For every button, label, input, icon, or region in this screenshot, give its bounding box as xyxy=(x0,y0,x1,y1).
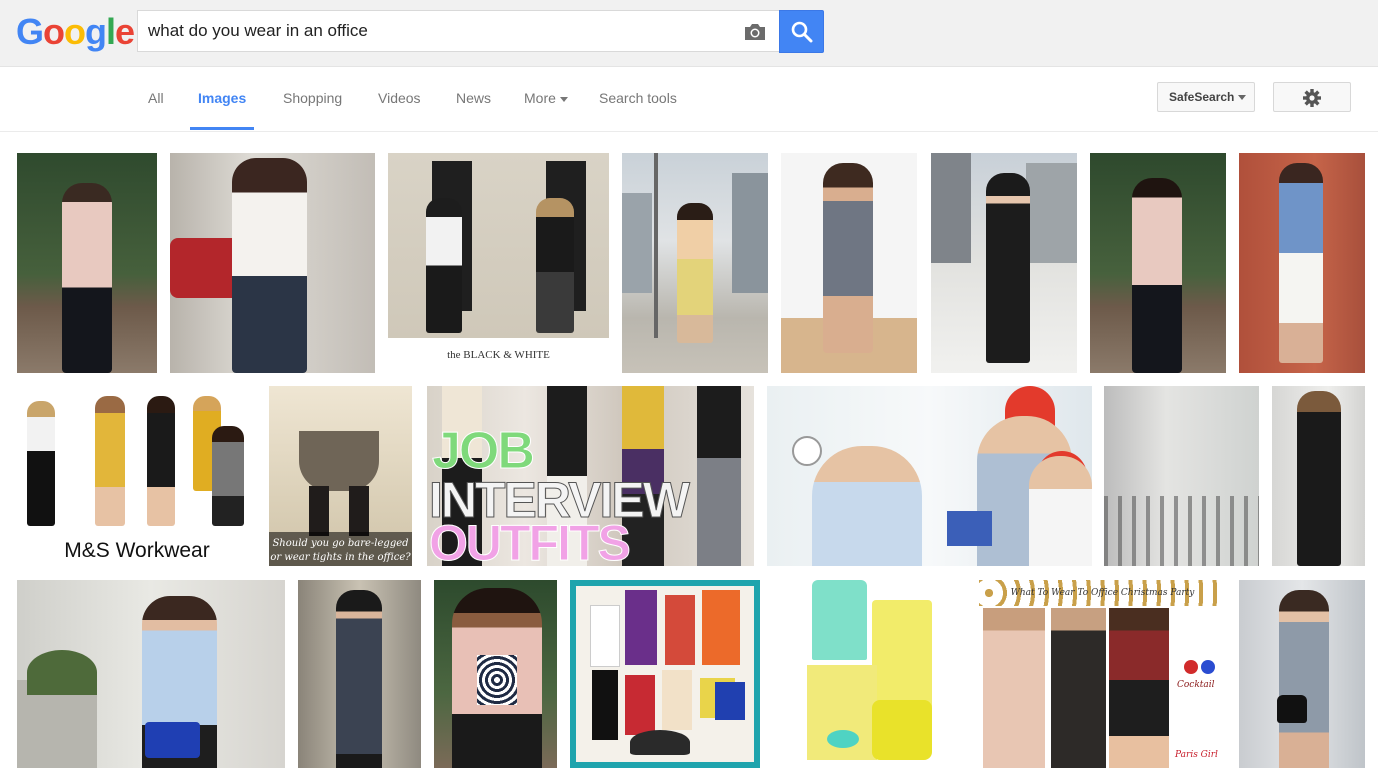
logo-letter: G xyxy=(16,11,44,52)
image-result[interactable] xyxy=(1090,153,1226,373)
image-result[interactable]: What To Wear To Office Christmas Party C… xyxy=(979,580,1226,768)
image-caption: OUTFITS xyxy=(429,515,632,567)
tab-search-tools[interactable]: Search tools xyxy=(599,67,677,129)
gear-icon xyxy=(1303,89,1321,107)
image-result[interactable] xyxy=(767,386,1092,566)
image-result[interactable] xyxy=(1239,153,1365,373)
image-result[interactable]: Should you go bare-legged or wear tights… xyxy=(269,386,412,566)
tab-more-label: More xyxy=(524,90,556,106)
image-result[interactable]: JOB INTERVIEW OUTFITS xyxy=(427,386,754,566)
tab-videos[interactable]: Videos xyxy=(378,67,421,129)
search-box xyxy=(137,10,779,52)
image-result[interactable] xyxy=(17,153,157,373)
image-result[interactable] xyxy=(170,153,375,373)
image-result[interactable] xyxy=(1272,386,1365,566)
logo-letter: o xyxy=(64,11,86,52)
image-caption: Cocktail xyxy=(1177,680,1215,690)
search-button[interactable] xyxy=(779,10,824,53)
logo-letter: l xyxy=(106,11,116,52)
image-result[interactable] xyxy=(931,153,1077,373)
image-result[interactable] xyxy=(298,580,421,768)
image-caption: M&S Workwear xyxy=(64,539,210,562)
top-bar: Google xyxy=(0,0,1378,67)
chevron-down-icon xyxy=(559,96,568,102)
image-result[interactable] xyxy=(1239,580,1365,768)
search-input[interactable] xyxy=(148,11,728,51)
search-tabs-bar: All Images Shopping Videos News More Sea… xyxy=(0,67,1378,132)
image-result[interactable]: M&S Workwear xyxy=(17,386,257,566)
tab-more[interactable]: More xyxy=(524,67,568,129)
logo-letter: e xyxy=(115,11,135,52)
image-caption: Should you go bare-legged xyxy=(272,538,409,549)
image-result[interactable] xyxy=(434,580,557,768)
tab-all[interactable]: All xyxy=(148,67,164,129)
search-icon xyxy=(791,21,813,43)
logo-letter: o xyxy=(43,11,65,52)
image-result[interactable] xyxy=(622,153,768,373)
image-caption: What To Wear To Office Christmas Party xyxy=(1010,588,1195,598)
chevron-down-icon xyxy=(1238,95,1247,101)
settings-button[interactable] xyxy=(1273,82,1351,112)
logo-letter: g xyxy=(85,11,107,52)
image-result[interactable]: the BLACK & WHITE xyxy=(388,153,609,373)
tab-shopping[interactable]: Shopping xyxy=(283,67,342,129)
image-result[interactable] xyxy=(772,580,965,768)
image-result[interactable] xyxy=(1104,386,1259,566)
image-caption: Paris Girl xyxy=(1175,750,1218,760)
image-result[interactable] xyxy=(17,580,285,768)
image-results-grid: the BLACK & WHITE M&S Workwear Should yo… xyxy=(0,132,1378,768)
tab-images[interactable]: Images xyxy=(190,67,255,130)
image-result[interactable] xyxy=(570,580,760,768)
image-caption: the BLACK & WHITE xyxy=(447,349,550,361)
camera-icon[interactable] xyxy=(743,22,767,42)
image-caption: or wear tights in the office? xyxy=(270,552,411,563)
safesearch-label: SafeSearch xyxy=(1169,90,1235,104)
tab-news[interactable]: News xyxy=(456,67,491,129)
safesearch-button[interactable]: SafeSearch xyxy=(1157,82,1255,112)
google-logo[interactable]: Google xyxy=(16,11,135,52)
image-result[interactable] xyxy=(781,153,917,373)
